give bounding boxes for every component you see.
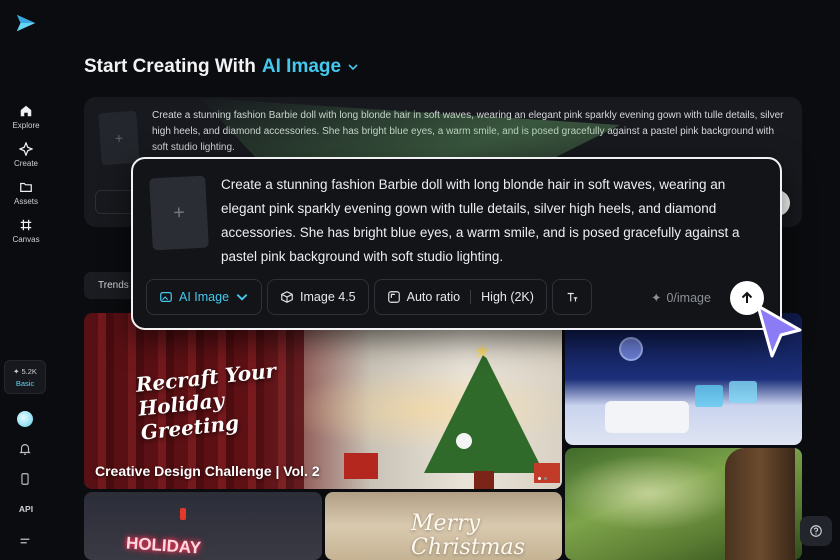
sidebar-item-canvas[interactable]: Canvas [1,218,51,244]
plan-label: Basic [15,378,35,388]
credits-badge[interactable]: ✦ 5.2K Basic [4,360,46,394]
banner-caption: Creative Design Challenge | Vol. 2 [95,463,320,479]
prompt-toolbar: AI Image Image 4.5 Auto ratio High (2K) [146,279,592,315]
sidebar-nav: Explore Create Assets Canvas [1,104,51,244]
quality-label: High (2K) [481,290,534,304]
merry-script-text: Merry Christmas [411,511,525,560]
ratio-quality-select[interactable]: Auto ratio High (2K) [373,279,547,315]
question-icon [810,525,822,537]
plus-icon: + [172,201,186,224]
gift-art [344,453,378,479]
console-art [605,401,689,433]
sidebar-item-label: Canvas [12,235,40,244]
sidebar-item-label: Explore [12,121,40,130]
sparkle-icon: ✦ [651,291,662,305]
prompt-input[interactable]: Create a stunning fashion Barbie doll wi… [221,173,771,269]
tree-trunk-art [474,471,494,489]
hologram-art [729,381,757,403]
model-select[interactable]: Image 4.5 [267,279,369,315]
chevron-down-icon[interactable] [347,61,359,73]
sparkle-icon [19,142,33,156]
star-icon: ★ [473,341,491,363]
mode-select[interactable]: AI Image [146,279,263,315]
menu-icon[interactable] [18,534,32,548]
neon-sign-text: HOLIDAY [125,533,202,558]
featured-banner[interactable]: ★ Recraft Your Holiday Greeting Creative… [84,313,562,489]
model-label: Image 4.5 [300,290,356,304]
sidebar: Explore Create Assets Canvas ✦ 5.2K Basi… [0,0,52,560]
tree-trunk-art [725,448,795,560]
prompt-text[interactable]: Create a stunning fashion Barbie doll wi… [152,108,792,156]
carousel-dots[interactable] [538,477,547,480]
help-button[interactable] [800,516,832,546]
grid-hash-icon [20,219,32,231]
cost-indicator: ✦ 0/image [651,290,711,306]
prompt-popup: + Create a stunning fashion Barbie doll … [131,157,782,330]
mobile-icon[interactable] [18,472,32,486]
sidebar-item-label: Assets [13,197,38,206]
gallery-tile-holiday[interactable]: HOLIDAY [84,492,322,560]
reference-image-slot[interactable]: + [149,175,209,251]
gift-art [534,463,560,483]
gallery-tile-forest[interactable] [565,448,802,560]
snowman-art [456,433,472,449]
title-prefix: Start Creating With [84,56,256,77]
chevron-down-icon [236,294,248,301]
gallery-grid: ★ Recraft Your Holiday Greeting Creative… [84,313,802,560]
aspect-ratio-icon [387,291,400,303]
ratio-label: Auto ratio [406,290,461,304]
credits-count: ✦ 5.2K [13,366,37,376]
page-title: Start Creating With AI Image [84,56,359,78]
image-sparkle-icon [160,292,172,302]
sidebar-item-explore[interactable]: Explore [1,104,51,130]
arrow-up-icon [741,291,753,303]
traffic-light-art [180,508,186,520]
folder-icon [20,182,32,192]
text-format-icon [567,292,578,302]
mode-chip-background[interactable] [95,190,135,214]
hologram-art [695,385,723,407]
avatar[interactable] [17,411,33,427]
api-link[interactable]: API [0,504,52,514]
bell-icon[interactable] [18,442,32,456]
reference-image-slot[interactable]: + [98,110,140,166]
home-icon [20,105,32,117]
tree-art [424,353,544,473]
mode-label: AI Image [179,290,230,304]
gallery-tile-merry[interactable]: Merry Christmas [325,492,562,560]
mode-dropdown[interactable]: AI Image [262,56,341,78]
planet-art [621,339,641,359]
cube-icon [281,291,293,303]
divider [470,290,472,304]
cost-label: 0/image [666,290,711,305]
sidebar-item-assets[interactable]: Assets [1,180,51,206]
sidebar-item-label: Create [13,159,38,168]
sidebar-item-create[interactable]: Create [1,142,51,168]
mouse-cursor-icon [756,304,802,358]
paper-plane-logo-icon[interactable] [15,12,37,34]
text-style-button[interactable] [551,279,592,315]
